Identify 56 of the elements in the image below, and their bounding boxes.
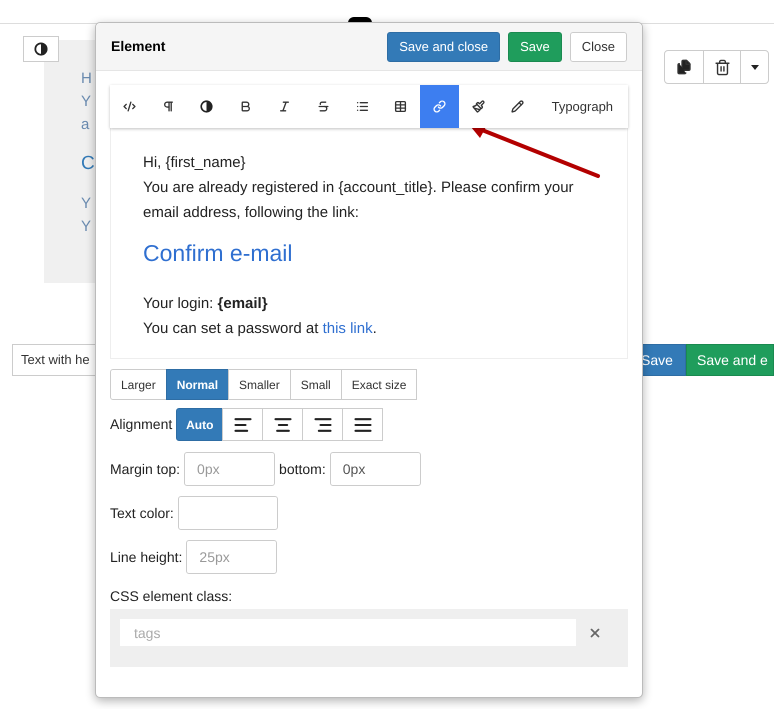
trash-icon	[714, 58, 730, 76]
heading-text: C	[81, 152, 96, 176]
heading-link[interactable]: Confirm e-mail	[143, 238, 293, 268]
pilcrow-icon	[162, 100, 175, 113]
text-color-label: Text color:	[110, 504, 174, 522]
css-class-label: CSS element class:	[110, 587, 234, 606]
close-button[interactable]: Close	[570, 32, 627, 62]
contrast-button[interactable]	[23, 36, 59, 62]
italic-icon	[278, 100, 292, 113]
bold-icon	[239, 100, 252, 113]
code-icon	[122, 100, 136, 113]
text-line: Y	[81, 217, 92, 237]
strikethrough-icon	[316, 100, 330, 113]
text-line: H	[81, 69, 93, 89]
text-line: You can set a password at this link.	[143, 319, 377, 339]
contrast-icon	[34, 42, 48, 56]
bottom-label: bottom:	[279, 460, 326, 478]
margin-label: Margin top:	[110, 460, 180, 479]
alignment-option[interactable]: Auto	[176, 408, 224, 441]
brush-icon	[472, 100, 485, 113]
contrast-icon	[200, 100, 214, 113]
size-option[interactable]: Exact size	[340, 369, 418, 400]
clear-icon[interactable]	[588, 626, 602, 640]
alignment-option[interactable]	[302, 408, 344, 441]
text-line: Your login: {email}	[143, 294, 268, 314]
dialog-title: Element	[111, 37, 166, 56]
toolbar-button[interactable]	[459, 85, 498, 128]
alignment-option[interactable]	[262, 408, 304, 441]
line-height-field[interactable]: 25px	[186, 540, 278, 574]
margin-top-field[interactable]: 0px	[184, 452, 276, 486]
table-icon	[394, 100, 408, 113]
line-height-label: Line height:	[110, 548, 182, 567]
toolbar-button[interactable]	[381, 85, 420, 128]
margin-bottom-field[interactable]: 0px	[330, 452, 421, 486]
size-option[interactable]: Smaller	[228, 369, 291, 400]
alignment-label: Alignment	[110, 415, 172, 434]
alignment-option[interactable]	[342, 408, 384, 441]
text-color-field[interactable]	[178, 496, 278, 530]
list-icon	[356, 100, 369, 113]
text-line: a	[81, 115, 90, 135]
size-option[interactable]: Larger	[110, 369, 167, 400]
text-line: Y	[81, 92, 92, 112]
text-link[interactable]: this link	[322, 320, 373, 337]
size-option[interactable]: Small	[290, 369, 342, 400]
alignment-option[interactable]	[222, 408, 264, 441]
text-line: You are already registered in {account_title}. Please confirm your email address, following the link:	[143, 178, 575, 223]
copy-icon	[676, 59, 692, 75]
typograph-button[interactable]: Typograph	[536, 85, 628, 128]
tags-field[interactable]: tags	[120, 619, 576, 646]
text-line: Hi, {first_name}	[143, 153, 246, 173]
save-button[interactable]: Save and close	[387, 32, 500, 62]
size-option[interactable]: Normal	[166, 369, 230, 400]
caret-icon	[750, 64, 758, 70]
pencil-icon	[510, 100, 524, 113]
link-icon	[433, 100, 446, 113]
text-line: Y	[81, 194, 92, 214]
